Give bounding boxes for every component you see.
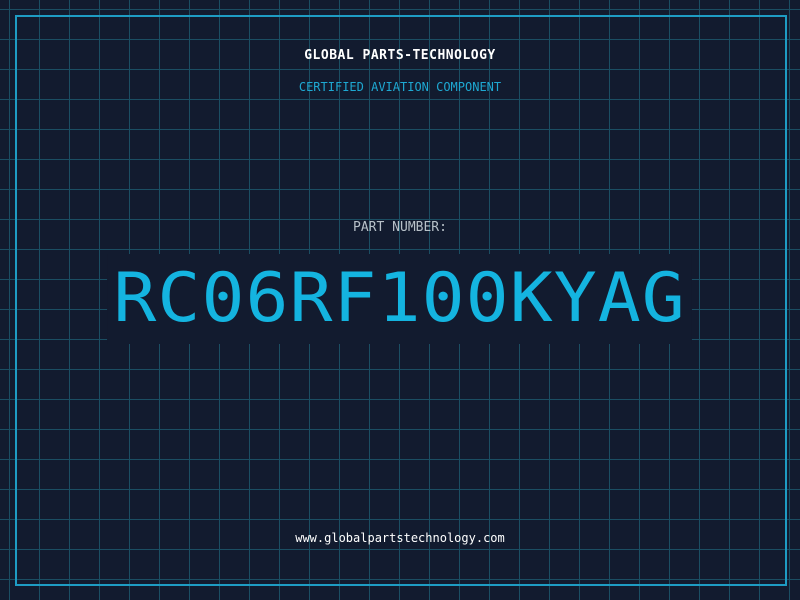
- brand-name: GLOBAL PARTS-TECHNOLOGY: [304, 48, 496, 63]
- part-number-value: RC06RF100KYAG: [107, 254, 693, 344]
- part-number-caption: PART NUMBER:: [353, 220, 447, 235]
- certification-subtitle: CERTIFIED AVIATION COMPONENT: [298, 80, 502, 94]
- part-label-card: GLOBAL PARTS-TECHNOLOGY CERTIFIED AVIATI…: [0, 0, 800, 600]
- website-url: www.globalpartstechnology.com: [295, 531, 505, 545]
- part-number-container: RC06RF100KYAG: [0, 254, 800, 344]
